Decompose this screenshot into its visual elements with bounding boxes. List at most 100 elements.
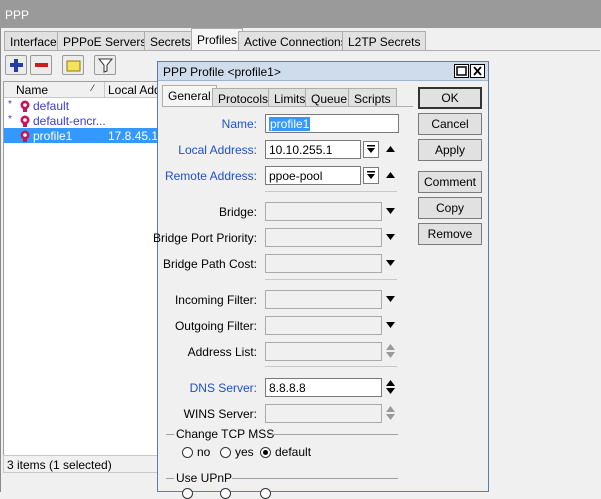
status-bar: 3 items (1 selected) bbox=[3, 455, 160, 473]
tab-interface[interactable]: Interface bbox=[4, 31, 63, 51]
dns-server-label: DNS Server: bbox=[189, 381, 257, 395]
close-icon bbox=[473, 66, 482, 76]
add-button[interactable] bbox=[5, 55, 27, 75]
tab-profiles[interactable]: Profiles bbox=[191, 28, 244, 51]
status-text: 3 items (1 selected) bbox=[7, 458, 112, 472]
dropdown-arrow-icon[interactable] bbox=[385, 295, 396, 303]
profile-icon bbox=[20, 100, 30, 112]
filter-icon bbox=[98, 58, 113, 73]
list-item-name: default bbox=[33, 99, 70, 113]
group-line bbox=[232, 478, 398, 479]
expand-collapse-icon[interactable] bbox=[385, 343, 396, 359]
tcp-mss-yes-radio[interactable] bbox=[220, 447, 231, 458]
dialog-tab-protocols[interactable]: Protocols bbox=[212, 88, 275, 107]
tcp-mss-yes-label: yes bbox=[235, 445, 254, 459]
tab-l2tp-secrets[interactable]: L2TP Secrets bbox=[342, 31, 427, 51]
list-item-selected[interactable]: profile1 17.8.45.19 bbox=[4, 128, 165, 143]
dropdown-arrow-icon[interactable] bbox=[385, 233, 396, 241]
group-line bbox=[166, 434, 174, 435]
address-list-input[interactable] bbox=[265, 342, 382, 361]
outgoing-filter-select[interactable] bbox=[265, 316, 382, 335]
column-header-local[interactable]: Local Addr bbox=[105, 82, 162, 98]
list-item[interactable]: * default bbox=[4, 98, 162, 113]
main-window-titlebar[interactable]: PPP bbox=[0, 0, 601, 28]
tcp-mss-no-radio[interactable] bbox=[182, 447, 193, 458]
remote-address-input[interactable]: ppoe-pool bbox=[265, 166, 361, 185]
close-button[interactable] bbox=[470, 64, 485, 78]
upnp-radio[interactable] bbox=[220, 488, 231, 499]
apply-button[interactable]: Apply bbox=[418, 139, 482, 161]
dialog-titlebar[interactable]: PPP Profile <profile1> bbox=[158, 62, 488, 81]
remove-button[interactable] bbox=[30, 55, 52, 75]
name-input[interactable]: profile1 bbox=[265, 114, 399, 133]
main-window-title: PPP bbox=[5, 8, 30, 22]
upnp-radio[interactable] bbox=[182, 488, 193, 499]
dialog-tab-queue[interactable]: Queue bbox=[305, 88, 354, 107]
filter-button[interactable] bbox=[94, 55, 116, 75]
collapse-up-icon[interactable] bbox=[385, 145, 396, 153]
ppp-profile-dialog: PPP Profile <profile1> General Protocols… bbox=[153, 61, 489, 499]
default-marker: * bbox=[8, 99, 12, 110]
dialog-title: PPP Profile <profile1> bbox=[163, 65, 281, 79]
bridge-label: Bridge: bbox=[218, 205, 257, 219]
bridge-port-priority-label: Bridge Port Priority: bbox=[152, 231, 257, 245]
dialog-tab-divider bbox=[162, 106, 413, 107]
local-address-label: Local Address: bbox=[178, 143, 257, 157]
tcp-mss-group-label: Change TCP MSS bbox=[176, 427, 275, 441]
tab-active-connections[interactable]: Active Connections bbox=[238, 31, 353, 51]
local-address-dropdown[interactable] bbox=[363, 141, 379, 158]
address-list-label: Address List: bbox=[187, 345, 257, 359]
expand-collapse-icon[interactable] bbox=[385, 379, 396, 395]
bridge-select[interactable] bbox=[265, 202, 382, 221]
ok-button[interactable]: OK bbox=[418, 87, 482, 109]
dropdown-arrow-icon[interactable] bbox=[385, 321, 396, 329]
tab-divider bbox=[4, 50, 600, 51]
profiles-list[interactable]: Name ⁄ Local Addr * default * default-en… bbox=[3, 81, 165, 471]
remove-profile-button[interactable]: Remove bbox=[418, 223, 482, 245]
remote-address-label: Remote Address: bbox=[164, 169, 257, 183]
dialog-tab-general[interactable]: General bbox=[162, 85, 217, 107]
tab-secrets[interactable]: Secrets bbox=[144, 31, 197, 51]
group-line bbox=[268, 434, 398, 435]
tcp-mss-default-radio[interactable] bbox=[260, 447, 271, 458]
plus-icon bbox=[10, 59, 23, 72]
upnp-radio[interactable] bbox=[260, 488, 271, 499]
dropdown-arrow-icon[interactable] bbox=[385, 259, 396, 267]
profile-icon bbox=[20, 115, 30, 127]
dropdown-icon bbox=[367, 171, 375, 179]
separator bbox=[265, 366, 397, 367]
collapse-up-icon[interactable] bbox=[385, 171, 396, 179]
outgoing-filter-label: Outgoing Filter: bbox=[174, 319, 257, 333]
sort-icon: ⁄ bbox=[92, 83, 94, 93]
cancel-button[interactable]: Cancel bbox=[418, 113, 482, 135]
wins-server-input[interactable] bbox=[265, 404, 382, 423]
column-header-name[interactable]: Name ⁄ bbox=[4, 82, 105, 98]
separator bbox=[265, 279, 397, 280]
list-item-name: profile1 bbox=[33, 129, 73, 143]
default-marker: * bbox=[8, 114, 12, 125]
bridge-port-priority-select[interactable] bbox=[265, 228, 382, 247]
minus-icon bbox=[35, 63, 48, 67]
bridge-path-cost-select[interactable] bbox=[265, 254, 382, 273]
local-address-input[interactable]: 10.10.255.1 bbox=[265, 140, 361, 159]
list-item[interactable]: * default-encr... bbox=[4, 113, 162, 128]
incoming-filter-label: Incoming Filter: bbox=[174, 293, 257, 307]
maximize-button[interactable] bbox=[454, 64, 469, 78]
wins-server-label: WINS Server: bbox=[183, 407, 257, 421]
dropdown-icon bbox=[367, 145, 375, 153]
upnp-group-label: Use UPnP bbox=[176, 471, 233, 485]
comment-button[interactable]: Comment bbox=[418, 171, 482, 193]
copy-button[interactable]: Copy bbox=[418, 197, 482, 219]
dns-server-input[interactable]: 8.8.8.8 bbox=[265, 378, 382, 397]
dropdown-arrow-icon[interactable] bbox=[385, 207, 396, 215]
note-icon bbox=[66, 60, 81, 72]
name-value: profile1 bbox=[269, 117, 311, 131]
dialog-tab-scripts[interactable]: Scripts bbox=[348, 88, 397, 107]
tab-pppoe-servers[interactable]: PPPoE Servers bbox=[57, 31, 153, 51]
comment-button[interactable] bbox=[62, 55, 84, 75]
remote-address-dropdown[interactable] bbox=[363, 167, 379, 184]
profile-icon bbox=[20, 130, 30, 142]
incoming-filter-select[interactable] bbox=[265, 290, 382, 309]
column-name-label: Name bbox=[16, 83, 49, 97]
expand-collapse-icon[interactable] bbox=[385, 405, 396, 421]
